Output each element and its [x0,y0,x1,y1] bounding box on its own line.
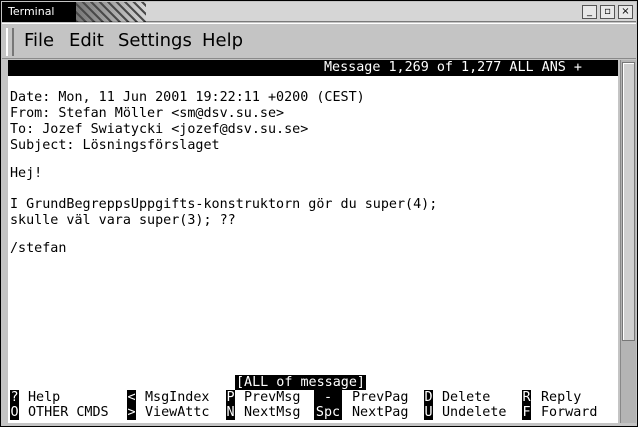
cmd-label-prevpag[interactable]: PrevPag [352,390,408,405]
message-from: From: Stefan Möller <sm@dsv.su.se> [10,106,285,121]
status-message: [ALL of message] [235,375,366,390]
menu-file[interactable]: File [24,30,54,51]
cmd-label-delete[interactable]: Delete [442,390,490,405]
menu-settings[interactable]: Settings [118,30,192,51]
pine-message-counter: Message 1,269 of 1,277 ALL ANS + [324,60,582,75]
menu-bar: File Edit Settings Help [2,23,636,59]
cmd-label-viewattc[interactable]: ViewAttc [145,405,210,420]
vertical-scrollbar[interactable] [620,60,636,423]
cmd-label-prevmsg[interactable]: PrevMsg [244,390,300,405]
title-bar[interactable]: Terminal _ ▫ × [2,2,636,22]
message-date: Date: Mon, 11 Jun 2001 19:22:11 +0200 (C… [10,90,365,105]
minimize-button[interactable]: _ [582,5,597,19]
cmd-label-msgindex[interactable]: MsgIndex [145,390,210,405]
cmd-key-msgindex[interactable]: < [127,390,136,405]
message-to: To: Jozef Swiatycki <jozef@dsv.su.se> [10,122,309,137]
cmd-key-prevmsg[interactable]: P [226,390,235,405]
terminal-screen[interactable]: PINE 4.51 MESSAGE TEXT Message 1,269 of … [8,60,618,423]
menubar-grip-handle[interactable] [6,28,14,56]
cmd-key-forward[interactable]: F [522,405,531,420]
message-greeting: Hej! [10,166,43,181]
close-button[interactable]: × [618,5,633,19]
cmd-key-help[interactable]: ? [10,390,19,405]
cmd-key-viewattc[interactable]: > [127,405,136,420]
scrollbar-thumb[interactable] [622,62,635,341]
cmd-label-reply[interactable]: Reply [541,390,581,405]
title-bar-pattern [76,2,146,22]
terminal-window: Terminal _ ▫ × File Edit Settings Help P… [0,0,638,427]
message-subject: Subject: Lösningsförslaget [10,138,220,153]
message-body-line: I GrundBegreppsUppgifts-konstruktorn gör… [10,197,438,212]
window-title: Terminal [2,2,76,22]
cmd-label-nextpag[interactable]: NextPag [352,405,408,420]
cmd-label-help[interactable]: Help [28,390,60,405]
cmd-label-nextmsg[interactable]: NextMsg [244,405,300,420]
pine-header-title: PINE 4.51 MESSAGE TEXT [58,76,268,91]
cmd-key-prevpag[interactable]: - [314,390,342,405]
menu-help[interactable]: Help [202,30,243,51]
cmd-key-other[interactable]: O [10,405,19,420]
cmd-key-nextpag[interactable]: Spc [314,405,342,420]
cmd-key-undelete[interactable]: U [424,405,433,420]
menu-edit[interactable]: Edit [69,30,104,51]
pine-header-bar: PINE 4.51 MESSAGE TEXT Message 1,269 of … [8,60,618,91]
cmd-key-reply[interactable]: R [522,390,531,405]
cmd-key-delete[interactable]: D [424,390,433,405]
cmd-label-undelete[interactable]: Undelete [442,405,507,420]
message-body-line: skulle väl vara super(3); ?? [10,213,236,228]
cmd-label-forward[interactable]: Forward [541,405,597,420]
message-signature: /stefan [10,241,67,256]
cmd-key-nextmsg[interactable]: N [226,405,235,420]
maximize-button[interactable]: ▫ [600,5,615,19]
cmd-label-other[interactable]: OTHER CMDS [28,405,109,420]
